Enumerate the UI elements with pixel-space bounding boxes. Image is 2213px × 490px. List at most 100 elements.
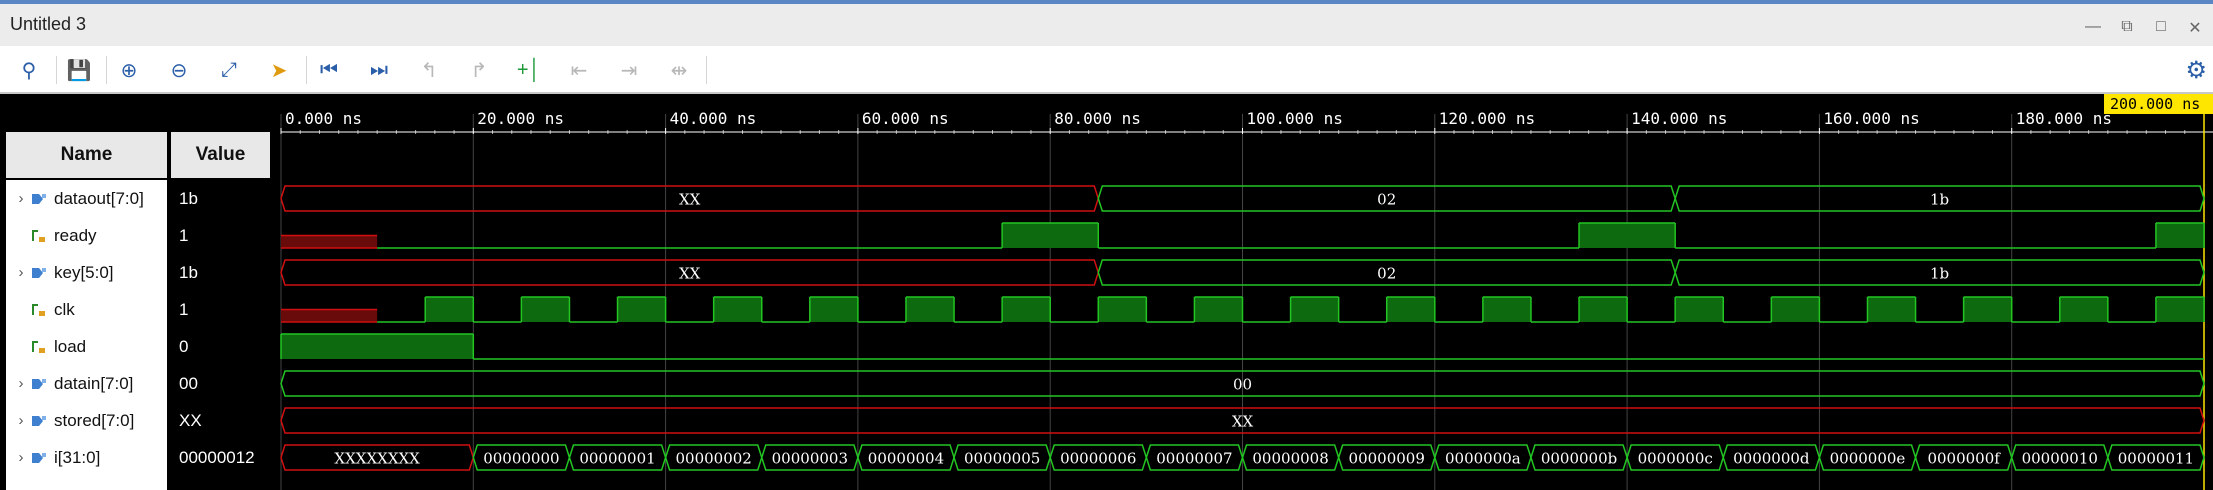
high-segment: [1771, 297, 1820, 322]
bus-value-label: XX: [679, 265, 701, 283]
high-segment: [713, 297, 762, 322]
time-tick-label: 100.000 ns: [1247, 109, 1343, 128]
chevron-right-icon[interactable]: ›: [12, 412, 30, 429]
chevron-right-icon[interactable]: ›: [12, 264, 30, 281]
high-segment: [281, 334, 474, 359]
next-transition-icon[interactable]: ↱: [464, 55, 494, 85]
bus-value-label: 00000001: [579, 450, 655, 468]
high-segment: [521, 297, 570, 322]
bus-value-label: 00000011: [2118, 450, 2194, 468]
bus-value-label: 00000000: [483, 450, 559, 468]
time-tick-label: 40.000 ns: [670, 109, 757, 128]
bus-value-label: 00000009: [1349, 450, 1425, 468]
time-tick-label: 20.000 ns: [477, 109, 564, 128]
bus-value-label: 00000007: [1156, 450, 1232, 468]
signal-value: 1b: [179, 188, 198, 208]
high-segment: [1290, 297, 1339, 322]
bus-value-label: 00000006: [1060, 450, 1136, 468]
zoom-in-icon[interactable]: ⊕: [114, 55, 144, 85]
signal-value: 1: [179, 299, 189, 319]
signal-name: stored[7:0]: [54, 410, 135, 430]
bus-value-label: 00: [1233, 376, 1252, 394]
bus-value-label: 00000008: [1252, 450, 1328, 468]
close-icon[interactable]: ✕: [2185, 18, 2205, 38]
swap-cursors-icon[interactable]: ⇹: [664, 55, 694, 85]
minimize-icon[interactable]: —: [2083, 18, 2103, 38]
bit-signal-icon: [32, 340, 45, 353]
bus-value-label: XX: [679, 191, 701, 209]
high-segment: [1098, 297, 1147, 322]
bus-value-label: 00000003: [772, 450, 848, 468]
save-icon[interactable]: 💾: [64, 55, 94, 85]
signal-row[interactable]: › i[31:0]: [6, 439, 167, 476]
value-column-header[interactable]: Value: [171, 132, 270, 178]
time-tick-label: 120.000 ns: [1439, 109, 1535, 128]
bus-signal-icon: [32, 452, 46, 463]
previous-marker-icon[interactable]: ⇤: [564, 55, 594, 85]
bus-value-label: 1b: [1930, 265, 1949, 283]
go-to-end-icon[interactable]: ⏭: [364, 55, 394, 85]
time-tick-label: 60.000 ns: [862, 109, 949, 128]
bus-signal-icon: [32, 193, 46, 204]
high-segment: [1194, 297, 1243, 322]
zoom-out-icon[interactable]: ⊖: [164, 55, 194, 85]
signal-name-list: › dataout[7:0] ready › key[5:0] clk load › datai…: [6, 180, 167, 490]
bus-value-label: 00000004: [868, 450, 944, 468]
signal-row[interactable]: load: [6, 328, 167, 365]
high-segment: [809, 297, 858, 322]
high-segment: [2155, 223, 2204, 248]
bus-value-label: 00000010: [2022, 450, 2098, 468]
high-segment: [2155, 297, 2204, 322]
waveform-stored[interactable]: XX: [280, 407, 2205, 434]
next-marker-icon[interactable]: ⇥: [614, 55, 644, 85]
time-tick-label: 160.000 ns: [1823, 109, 1919, 128]
time-tick-label: 80.000 ns: [1054, 109, 1141, 128]
signal-row[interactable]: › key[5:0]: [6, 254, 167, 291]
signal-value: 0: [179, 336, 189, 356]
signal-row[interactable]: › datain[7:0]: [6, 365, 167, 402]
name-column-header[interactable]: Name: [6, 132, 167, 178]
signal-name: key[5:0]: [54, 262, 114, 282]
bus-value-label: XX: [1232, 413, 1254, 431]
chevron-right-icon[interactable]: ›: [12, 449, 30, 466]
high-segment: [1482, 297, 1531, 322]
maximize-icon[interactable]: □: [2151, 18, 2171, 38]
high-segment: [1386, 297, 1435, 322]
signal-row[interactable]: clk: [6, 291, 167, 328]
high-segment: [1579, 297, 1628, 322]
go-to-start-icon[interactable]: ⏮: [314, 55, 344, 85]
restore-icon[interactable]: ⧉: [2117, 18, 2137, 38]
time-tick-label: 140.000 ns: [1631, 109, 1727, 128]
signal-name: dataout[7:0]: [54, 188, 144, 208]
unknown-segment: [281, 309, 378, 322]
signal-value: XX: [179, 410, 202, 430]
chevron-right-icon[interactable]: ›: [12, 375, 30, 392]
bus-value-label: 02: [1377, 265, 1396, 283]
bit-signal-icon: [32, 229, 45, 242]
signal-row[interactable]: › stored[7:0]: [6, 402, 167, 439]
title-bar: Untitled 3 — ⧉ □ ✕: [0, 0, 2213, 46]
bus-value-label: 0000000c: [1638, 450, 1713, 468]
signal-name: clk: [54, 299, 75, 319]
signal-row[interactable]: ready: [6, 217, 167, 254]
high-segment: [1867, 297, 1916, 322]
waveform-clk[interactable]: [281, 296, 2205, 323]
high-segment: [1002, 297, 1051, 322]
zoom-fit-icon[interactable]: ⤢: [214, 55, 244, 85]
waveform-datain[interactable]: 00: [280, 370, 2205, 397]
signal-value: 1b: [179, 262, 198, 282]
signal-name: load: [54, 336, 87, 356]
search-icon[interactable]: ⚲: [14, 55, 44, 85]
go-to-cursor-icon[interactable]: ➤: [264, 55, 294, 85]
high-segment: [1002, 223, 1099, 248]
bus-signal-icon: [32, 378, 46, 389]
add-marker-icon[interactable]: +│: [514, 55, 544, 85]
waveform-canvas[interactable]: 0.000 ns 20.000 ns 40.000 ns 60.000 ns 80.00…: [277, 94, 2213, 490]
signal-row[interactable]: › dataout[7:0]: [6, 180, 167, 217]
chevron-right-icon[interactable]: ›: [12, 190, 30, 207]
high-segment: [1963, 297, 2012, 322]
settings-icon[interactable]: ⚙: [2185, 56, 2207, 85]
high-segment: [425, 297, 474, 322]
previous-transition-icon[interactable]: ↰: [414, 55, 444, 85]
signal-value-list: 1b 1 1b 1 0 00 XX 00000012: [171, 180, 270, 490]
